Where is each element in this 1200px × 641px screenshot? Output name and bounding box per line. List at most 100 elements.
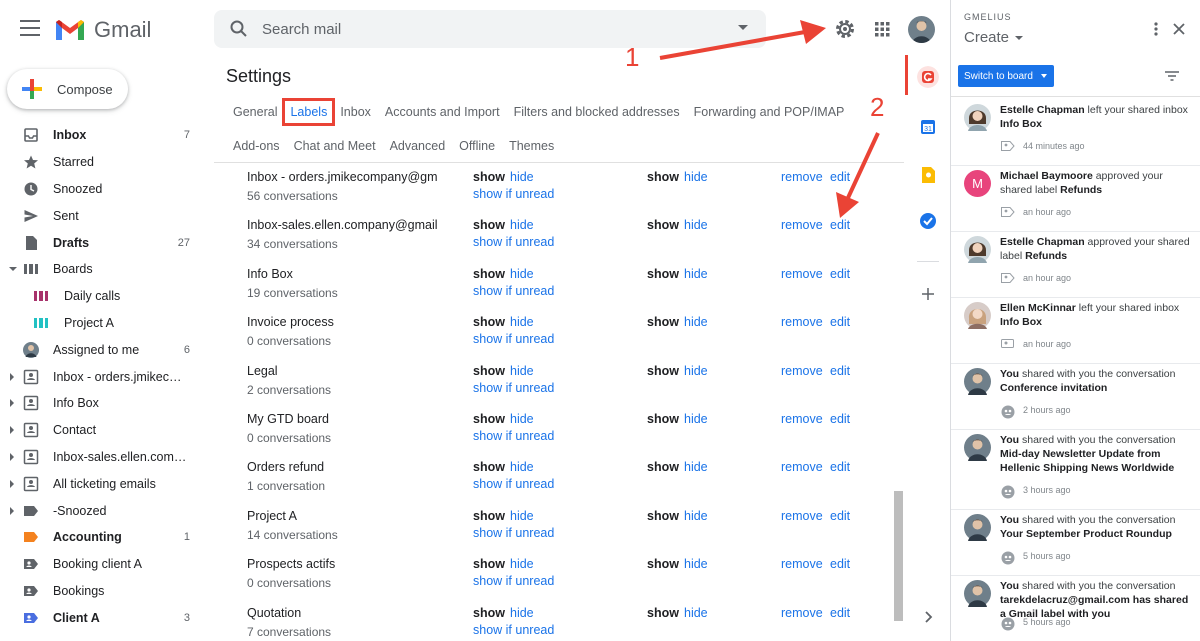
nav-item-all-ticketing-emails[interactable]: All ticketing emails bbox=[0, 470, 200, 497]
nav-item-bookings[interactable]: Bookings bbox=[0, 578, 200, 605]
label-list-show-option[interactable]: show bbox=[473, 315, 505, 329]
label-list-show-if-unread-link[interactable]: show if unread bbox=[473, 526, 554, 540]
edit-label-link[interactable]: edit bbox=[830, 218, 850, 232]
tab-filters-and-blocked-addresses[interactable]: Filters and blocked addresses bbox=[514, 105, 680, 119]
message-list-hide-link[interactable]: hide bbox=[684, 218, 708, 232]
message-list-hide-link[interactable]: hide bbox=[684, 557, 708, 571]
edit-label-link[interactable]: edit bbox=[830, 267, 850, 281]
edit-label-link[interactable]: edit bbox=[830, 315, 850, 329]
nav-item-project-a[interactable]: Project A bbox=[0, 310, 200, 337]
remove-label-link[interactable]: remove bbox=[781, 606, 823, 620]
scrollbar[interactable] bbox=[894, 491, 903, 621]
edit-label-link[interactable]: edit bbox=[830, 170, 850, 184]
search-icon[interactable] bbox=[230, 20, 248, 38]
activity-item[interactable]: You shared with you the conversation Mid… bbox=[951, 430, 1200, 510]
nav-item-inbox-sales-ellen-compa[interactable]: Inbox-sales.ellen.compa... bbox=[0, 444, 200, 471]
switch-to-board-button[interactable]: Switch to board bbox=[958, 65, 1054, 87]
remove-label-link[interactable]: remove bbox=[781, 509, 823, 523]
tab-inbox[interactable]: Inbox bbox=[340, 105, 371, 119]
add-app-icon[interactable] bbox=[917, 283, 939, 305]
nav-item-boards[interactable]: Boards bbox=[0, 256, 200, 283]
nav-item-contact[interactable]: Contact bbox=[0, 417, 200, 444]
search-input[interactable]: Search mail bbox=[262, 21, 341, 38]
tasks-icon[interactable] bbox=[917, 210, 939, 232]
message-list-show-option[interactable]: show bbox=[647, 267, 679, 281]
tab-themes[interactable]: Themes bbox=[509, 139, 554, 153]
tab-advanced[interactable]: Advanced bbox=[390, 139, 446, 153]
gmail-logo[interactable]: Gmail bbox=[54, 17, 151, 43]
label-list-show-if-unread-link[interactable]: show if unread bbox=[473, 381, 554, 395]
remove-label-link[interactable]: remove bbox=[781, 364, 823, 378]
label-list-hide-link[interactable]: hide bbox=[510, 557, 534, 571]
activity-item[interactable]: Ellen McKinnar left your shared inbox In… bbox=[951, 298, 1200, 364]
message-list-show-option[interactable]: show bbox=[647, 218, 679, 232]
label-list-show-if-unread-link[interactable]: show if unread bbox=[473, 623, 554, 637]
edit-label-link[interactable]: edit bbox=[830, 460, 850, 474]
chevron-down-icon[interactable] bbox=[9, 267, 17, 272]
message-list-hide-link[interactable]: hide bbox=[684, 460, 708, 474]
settings-gear-icon[interactable] bbox=[833, 17, 857, 41]
label-list-hide-link[interactable]: hide bbox=[510, 170, 534, 184]
label-list-show-option[interactable]: show bbox=[473, 364, 505, 378]
label-list-hide-link[interactable]: hide bbox=[510, 412, 534, 426]
chevron-right-icon[interactable] bbox=[10, 506, 14, 515]
nav-item-snoozed[interactable]: -Snoozed bbox=[0, 497, 200, 524]
activity-item[interactable]: M Michael Baymoore approved your shared l… bbox=[951, 166, 1200, 232]
message-list-show-option[interactable]: show bbox=[647, 460, 679, 474]
chevron-right-icon[interactable] bbox=[10, 372, 14, 381]
chevron-right-icon[interactable] bbox=[10, 426, 14, 435]
label-list-show-option[interactable]: show bbox=[473, 218, 505, 232]
chevron-right-icon[interactable] bbox=[10, 479, 14, 488]
label-list-hide-link[interactable]: hide bbox=[510, 267, 534, 281]
nav-item-booking-client-a[interactable]: Booking client A bbox=[0, 551, 200, 578]
message-list-hide-link[interactable]: hide bbox=[684, 364, 708, 378]
close-icon[interactable] bbox=[1172, 22, 1186, 36]
label-list-hide-link[interactable]: hide bbox=[510, 315, 534, 329]
compose-button[interactable]: Compose bbox=[7, 69, 128, 109]
label-list-show-option[interactable]: show bbox=[473, 606, 505, 620]
nav-item-snoozed[interactable]: Snoozed bbox=[0, 176, 200, 203]
nav-item-info-box[interactable]: Info Box bbox=[0, 390, 200, 417]
tab-add-ons[interactable]: Add-ons bbox=[233, 139, 280, 153]
nav-item-inbox-orders-jmikecom[interactable]: Inbox - orders.jmikecom... bbox=[0, 363, 200, 390]
more-options-icon[interactable] bbox=[1151, 21, 1161, 37]
nav-item-daily-calls[interactable]: Daily calls bbox=[0, 283, 200, 310]
message-list-show-option[interactable]: show bbox=[647, 606, 679, 620]
nav-item-inbox[interactable]: Inbox 7 bbox=[0, 122, 200, 149]
label-list-hide-link[interactable]: hide bbox=[510, 509, 534, 523]
label-list-hide-link[interactable]: hide bbox=[510, 460, 534, 474]
chevron-right-icon[interactable] bbox=[10, 399, 14, 408]
message-list-show-option[interactable]: show bbox=[647, 364, 679, 378]
message-list-hide-link[interactable]: hide bbox=[684, 315, 708, 329]
tab-chat-and-meet[interactable]: Chat and Meet bbox=[294, 139, 376, 153]
chevron-right-icon[interactable] bbox=[10, 452, 14, 461]
label-list-show-option[interactable]: show bbox=[473, 509, 505, 523]
activity-item[interactable]: Estelle Chapman left your shared inbox I… bbox=[951, 100, 1200, 166]
edit-label-link[interactable]: edit bbox=[830, 412, 850, 426]
message-list-hide-link[interactable]: hide bbox=[684, 412, 708, 426]
message-list-show-option[interactable]: show bbox=[647, 509, 679, 523]
activity-item[interactable]: You shared with you the conversation Con… bbox=[951, 364, 1200, 430]
nav-item-client-a[interactable]: Client A 3 bbox=[0, 604, 200, 631]
label-list-show-option[interactable]: show bbox=[473, 412, 505, 426]
filter-icon[interactable] bbox=[1164, 70, 1180, 82]
edit-label-link[interactable]: edit bbox=[830, 557, 850, 571]
search-bar[interactable]: Search mail bbox=[214, 10, 766, 48]
label-list-hide-link[interactable]: hide bbox=[510, 606, 534, 620]
label-list-hide-link[interactable]: hide bbox=[510, 218, 534, 232]
chevron-right-icon[interactable] bbox=[917, 606, 939, 628]
label-list-show-if-unread-link[interactable]: show if unread bbox=[473, 477, 554, 491]
remove-label-link[interactable]: remove bbox=[781, 412, 823, 426]
activity-item[interactable]: Estelle Chapman approved your shared lab… bbox=[951, 232, 1200, 298]
apps-grid-icon[interactable] bbox=[870, 17, 894, 41]
message-list-show-option[interactable]: show bbox=[647, 315, 679, 329]
activity-item[interactable]: You shared with you the conversation You… bbox=[951, 510, 1200, 576]
tab-accounts-and-import[interactable]: Accounts and Import bbox=[385, 105, 500, 119]
remove-label-link[interactable]: remove bbox=[781, 267, 823, 281]
remove-label-link[interactable]: remove bbox=[781, 557, 823, 571]
label-list-show-if-unread-link[interactable]: show if unread bbox=[473, 429, 554, 443]
edit-label-link[interactable]: edit bbox=[830, 364, 850, 378]
search-options-icon[interactable] bbox=[738, 25, 748, 30]
create-dropdown[interactable]: Create bbox=[964, 29, 1024, 46]
label-list-show-if-unread-link[interactable]: show if unread bbox=[473, 574, 554, 588]
